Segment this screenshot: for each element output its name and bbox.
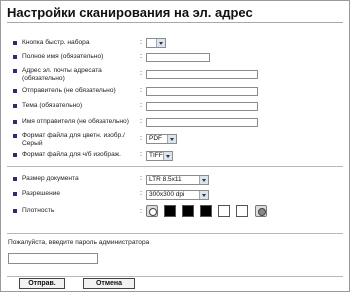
density-darker-icon: [258, 208, 266, 216]
density-level-cell[interactable]: [200, 205, 212, 217]
chevron-down-icon: [199, 191, 208, 199]
color-format-label: Формат файла для цветн. изобр./Серый: [22, 132, 125, 147]
density-level-cell[interactable]: [164, 205, 176, 217]
bw-format-label: Формат файла для ч/б изображ.: [22, 151, 122, 158]
recipient-email-label: Адрес эл. почты адресата (обязательно): [22, 67, 102, 82]
resolution-select[interactable]: 300x300 dpi: [146, 190, 209, 200]
density-control: [146, 205, 268, 219]
colon: :: [140, 190, 142, 197]
chevron-down-icon: [156, 39, 165, 47]
page-title: Настройки сканирования на эл. адрес: [7, 5, 253, 20]
resolution-value: 300x300 dpi: [149, 191, 185, 198]
bullet-icon: [13, 153, 17, 157]
chevron-down-icon: [167, 135, 176, 143]
colon: :: [140, 102, 142, 109]
colon: :: [140, 208, 142, 215]
density-lighter-icon: [149, 208, 157, 216]
colon: :: [140, 175, 142, 182]
bullet-icon: [13, 104, 17, 108]
doc-size-select[interactable]: LTR 8.5x11: [146, 175, 209, 185]
sender-input[interactable]: [146, 87, 258, 96]
admin-password-input[interactable]: [8, 253, 98, 264]
sender-name-input[interactable]: [146, 118, 258, 127]
dialog-frame: Настройки сканирования на эл. адрес Кноп…: [0, 0, 350, 292]
doc-size-value: LTR 8.5x11: [149, 176, 182, 183]
password-label: Пожалуйста, введите пароль администратор…: [8, 239, 150, 246]
full-name-input[interactable]: [146, 53, 210, 62]
resolution-label: Разрешение: [22, 190, 61, 197]
color-format-value: PDF: [149, 135, 162, 142]
cancel-button[interactable]: Отмена: [83, 278, 135, 289]
full-name-label: Полное имя (обязательно): [22, 53, 104, 60]
recipient-email-input[interactable]: [146, 70, 258, 79]
doc-size-label: Размер документа: [22, 175, 79, 182]
density-darker-button[interactable]: [255, 205, 267, 217]
bw-format-select[interactable]: TIFF: [146, 151, 173, 161]
colon: :: [140, 118, 142, 125]
density-level-cell[interactable]: [236, 205, 248, 217]
colon: :: [140, 53, 142, 60]
density-level-cell[interactable]: [218, 205, 230, 217]
density-label: Плотность: [22, 207, 55, 214]
bullet-icon: [13, 192, 17, 196]
bullet-icon: [13, 89, 17, 93]
section-divider: [7, 233, 343, 234]
colon: :: [140, 135, 142, 142]
density-lighter-button[interactable]: [146, 205, 158, 217]
sender-label: Отправитель (не обязательно): [22, 87, 116, 94]
section-divider: [7, 166, 343, 167]
subject-input[interactable]: [146, 102, 258, 111]
bw-format-value: TIFF: [149, 152, 163, 159]
color-format-select[interactable]: PDF: [146, 134, 177, 144]
colon: :: [140, 70, 142, 77]
speed-dial-label: Кнопка быстр. набора: [22, 39, 90, 46]
chevron-down-icon: [163, 152, 172, 160]
chevron-down-icon: [199, 176, 208, 184]
bullet-icon: [13, 41, 17, 45]
sender-name-label: Имя отправителя (не обязательно): [22, 118, 129, 125]
button-bar-divider: [7, 276, 343, 277]
bullet-icon: [13, 177, 17, 181]
colon: :: [140, 151, 142, 158]
bullet-icon: [13, 120, 17, 124]
density-level-cell[interactable]: [182, 205, 194, 217]
bullet-icon: [13, 55, 17, 59]
bullet-icon: [13, 69, 17, 73]
speed-dial-select[interactable]: [146, 38, 166, 48]
colon: :: [140, 87, 142, 94]
bullet-icon: [13, 134, 17, 138]
send-button[interactable]: Отправ.: [19, 278, 65, 289]
bullet-icon: [13, 209, 17, 213]
title-divider: [7, 22, 343, 23]
subject-label: Тема (обязательно): [22, 102, 83, 109]
colon: :: [140, 39, 142, 46]
